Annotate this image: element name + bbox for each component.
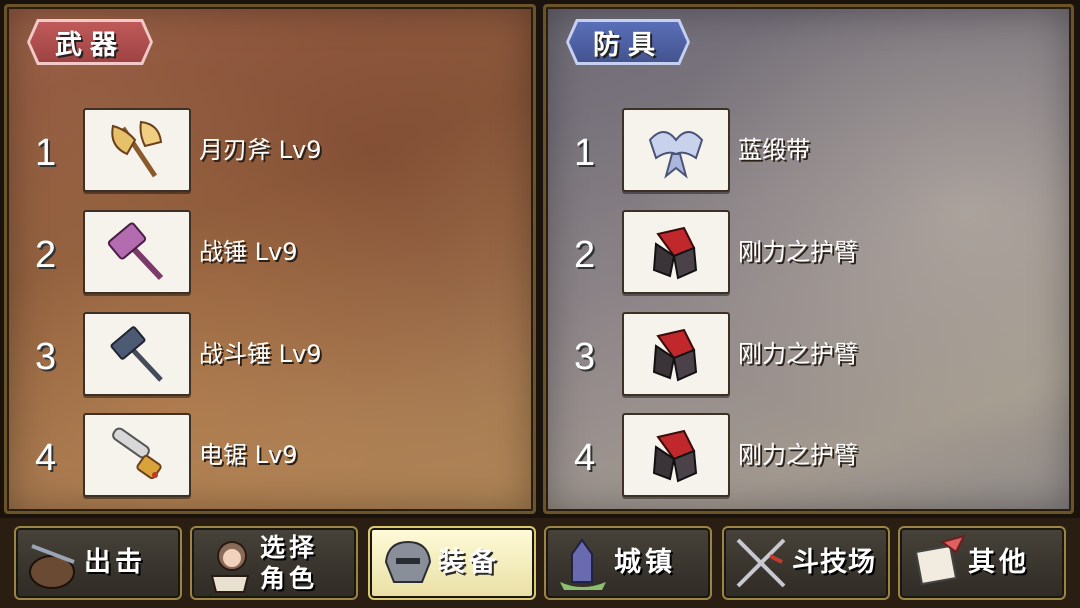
- scroll-quill-icon: [914, 534, 966, 586]
- weapon-icon-frame[interactable]: [83, 413, 191, 497]
- other-label: 其他: [968, 547, 1030, 578]
- armor-title-label: 防具: [593, 29, 663, 61]
- select-character-line1: 选择: [260, 533, 319, 562]
- armor-slot-1[interactable]: 1 蓝缎带: [546, 108, 1071, 192]
- weapon-slot-3[interactable]: 3 战斗锤 Lv9: [7, 312, 533, 396]
- weapon-name: 电锯 Lv9: [199, 441, 298, 469]
- arena-label: 斗技场: [792, 547, 876, 578]
- weapon-name: 月刃斧 Lv9: [199, 136, 322, 164]
- armor-slot-4[interactable]: 4 刚力之护臂: [546, 413, 1071, 497]
- armor-panel: 防具 1 蓝缎带 2 刚力之护臂 3 刚力之护臂 4 刚力之护臂: [543, 4, 1074, 514]
- weapon-icon-frame[interactable]: [83, 312, 191, 396]
- armor-helmet-icon: [384, 540, 432, 583]
- weapon-icon-frame[interactable]: [83, 108, 191, 192]
- weapon-slot-1[interactable]: 1 月刃斧 Lv9: [7, 108, 533, 192]
- armor-slot-3[interactable]: 3 刚力之护臂: [546, 312, 1071, 396]
- battle-hammer-icon: [110, 326, 163, 382]
- slot-index: 2: [574, 234, 596, 276]
- select-character-line2: 角色: [260, 564, 319, 593]
- war-hammer-icon: [107, 222, 164, 281]
- armor-icon-frame[interactable]: [622, 413, 730, 497]
- crossed-swords-icon: [736, 538, 786, 588]
- armor-icon-frame[interactable]: [622, 108, 730, 192]
- weapon-icon-frame[interactable]: [83, 210, 191, 294]
- power-bracer-icon: [652, 328, 698, 382]
- character-portrait-icon: [210, 541, 250, 593]
- armor-name: 蓝缎带: [738, 136, 810, 164]
- select-character-label: 选择 角色: [260, 532, 318, 594]
- weapons-title-label: 武器: [55, 29, 125, 61]
- town-button[interactable]: 城镇: [544, 526, 712, 600]
- cauldron-icon: [29, 544, 75, 589]
- weapon-slot-4[interactable]: 4 电锯 Lv9: [7, 413, 533, 497]
- equipment-label: 装备: [438, 547, 500, 578]
- slot-index: 4: [35, 437, 57, 479]
- weapon-slot-2[interactable]: 2 战锤 Lv9: [7, 210, 533, 294]
- slot-index: 4: [574, 437, 596, 479]
- arena-button[interactable]: 斗技场: [722, 526, 890, 600]
- moon-blade-axe-icon: [111, 120, 163, 178]
- weapon-name: 战锤 Lv9: [199, 238, 298, 266]
- armor-icon-frame[interactable]: [622, 312, 730, 396]
- sortie-button[interactable]: 出击: [14, 526, 182, 600]
- slot-index: 2: [35, 234, 57, 276]
- weapon-name: 战斗锤 Lv9: [199, 340, 322, 368]
- armor-tab-title: 防具: [566, 19, 690, 65]
- armor-name: 刚力之护臂: [738, 238, 858, 266]
- chainsaw-icon: [112, 427, 162, 480]
- select-character-button[interactable]: 选择 角色: [190, 526, 358, 600]
- power-bracer-icon: [652, 226, 698, 280]
- slot-index: 3: [574, 336, 596, 378]
- bottom-nav-bar: 出击 选择 角色 装备 城镇 斗技场 其他: [0, 518, 1080, 608]
- equipment-button[interactable]: 装备: [368, 526, 536, 600]
- armor-name: 刚力之护臂: [738, 441, 858, 469]
- weapons-panel: 武器 1 月刃斧 Lv9 2 战锤 Lv9 3 战斗锤 Lv9 4 电锯 Lv9: [4, 4, 536, 514]
- weapons-tab-title: 武器: [27, 19, 153, 65]
- slot-index: 1: [35, 132, 57, 174]
- armor-slot-2[interactable]: 2 刚力之护臂: [546, 210, 1071, 294]
- armor-name: 刚力之护臂: [738, 340, 858, 368]
- blue-ribbon-icon: [648, 131, 704, 179]
- power-bracer-icon: [652, 429, 698, 483]
- town-label: 城镇: [614, 547, 676, 578]
- armor-icon-frame[interactable]: [622, 210, 730, 294]
- other-button[interactable]: 其他: [898, 526, 1066, 600]
- sortie-label: 出击: [84, 547, 146, 578]
- slot-index: 1: [574, 132, 596, 174]
- town-castle-icon: [560, 538, 606, 590]
- slot-index: 3: [35, 336, 57, 378]
